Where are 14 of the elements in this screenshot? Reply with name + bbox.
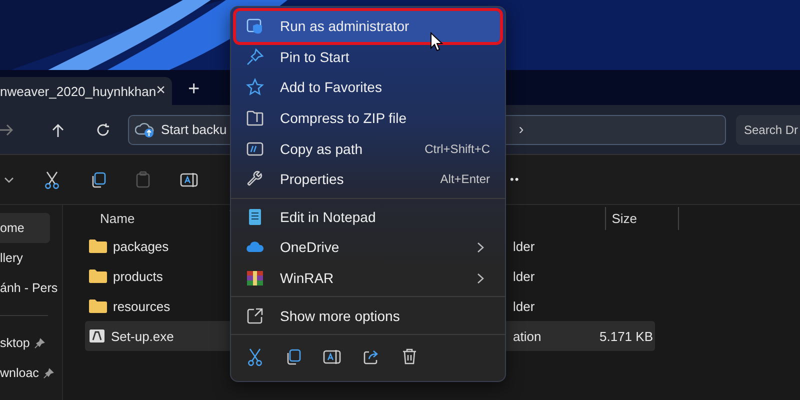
file-name: products bbox=[113, 268, 163, 284]
file-size: 5.171 KB bbox=[598, 328, 653, 344]
keyboard-shortcut: Ctrl+Shift+C bbox=[424, 142, 490, 156]
file-type: lder bbox=[513, 268, 536, 284]
file-type: ation bbox=[513, 328, 542, 344]
tab-title: nweaver_2020_huynhkhan bbox=[0, 84, 156, 98]
file-name: Set-up.exe bbox=[111, 328, 174, 344]
keyboard-shortcut: Alt+Enter bbox=[440, 172, 490, 186]
file-name: packages bbox=[113, 238, 169, 254]
file-type: lder bbox=[513, 238, 536, 254]
address-text: Start backu bbox=[161, 122, 227, 137]
breadcrumb-separator: › bbox=[518, 121, 524, 138]
file-type: lder bbox=[513, 298, 536, 314]
file-name: resources bbox=[113, 298, 170, 314]
